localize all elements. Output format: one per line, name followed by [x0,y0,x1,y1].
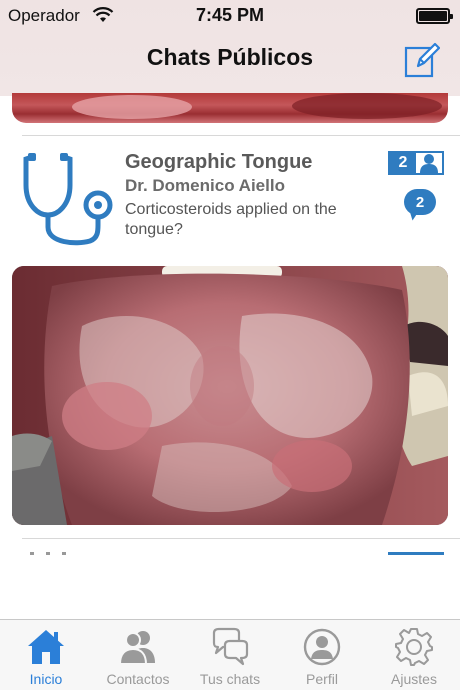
stethoscope-icon [23,153,113,246]
participants-badge: 2 [388,151,444,175]
user-icon [420,154,438,173]
status-bar: Operador 7:45 PM [0,0,460,32]
tab-inicio[interactable]: Inicio [0,620,92,690]
page-title: Chats Públicos [146,44,314,70]
next-card-badge-peek [388,552,444,555]
contacts-icon [118,631,155,665]
chat-doctor: Dr. Domenico Aiello [125,176,285,195]
geographic-tongue-photo [12,266,448,525]
top-bar: Operador 7:45 PM Chats Públicos [0,0,460,96]
settings-icon [395,628,433,666]
chat-image[interactable] [12,266,448,525]
profile-icon [303,628,341,666]
compose-icon[interactable] [404,42,440,78]
tab-label: Ajustes [391,671,437,687]
status-time: 7:45 PM [195,5,265,25]
previous-chat-image[interactable] [12,93,448,123]
chat-card[interactable]: Geographic Tongue Dr. Domenico Aiello Co… [0,137,460,257]
chat-title: Geographic Tongue [125,151,313,173]
tab-label: Inicio [29,671,63,687]
tab-ajustes[interactable]: Ajustes [368,620,460,690]
tab-label: Perfil [306,671,338,687]
divider [22,538,460,539]
chat-bubbles-icon [212,627,249,666]
divider [22,135,460,136]
tab-label: Tus chats [199,671,261,687]
next-card-peek [30,552,70,555]
tab-bar: Inicio Contactos Tus chats Perfil Ajuste… [0,619,460,690]
participants-count: 2 [390,153,416,173]
home-icon [28,630,64,664]
battery-icon [416,8,453,24]
tab-label: Contactos [106,671,170,687]
chat-question: Corticosteroids applied on the tongue? [125,201,337,238]
tab-tus-chats[interactable]: Tus chats [184,620,276,690]
messages-count-bubble: 2 [404,189,436,215]
tab-perfil[interactable]: Perfil [276,620,368,690]
tab-contactos[interactable]: Contactos [92,620,184,690]
